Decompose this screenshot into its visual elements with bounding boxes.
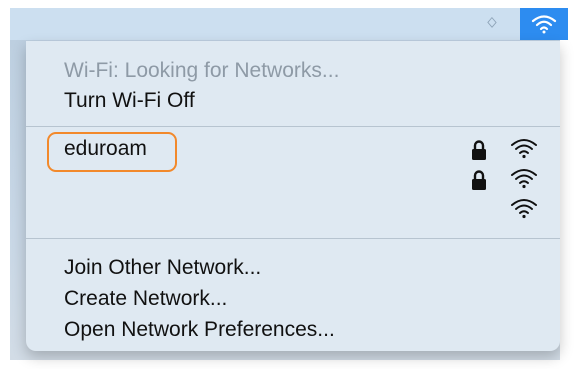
lock-icon bbox=[472, 170, 486, 190]
menu-separator bbox=[26, 238, 560, 239]
bluetooth-icon[interactable]: ᛜ bbox=[478, 10, 506, 38]
wifi-status-text: Wi-Fi: Looking for Networks... bbox=[64, 59, 340, 82]
wifi-menu: Wi-Fi: Looking for Networks... Turn Wi-F… bbox=[26, 41, 560, 351]
wifi-signal-icon bbox=[511, 139, 537, 159]
open-network-preferences-item[interactable]: Open Network Preferences... bbox=[64, 318, 335, 342]
turn-wifi-off-item[interactable]: Turn Wi-Fi Off bbox=[64, 89, 195, 113]
menu-bar: ᛜ bbox=[10, 8, 568, 40]
network-row[interactable] bbox=[26, 195, 560, 223]
join-other-network-item[interactable]: Join Other Network... bbox=[64, 256, 261, 280]
wifi-status-icon[interactable] bbox=[520, 8, 568, 40]
wifi-signal-icon bbox=[511, 199, 537, 219]
wifi-signal-icon bbox=[511, 169, 537, 189]
eduroam-highlight bbox=[47, 132, 177, 172]
menu-separator bbox=[26, 126, 560, 127]
lock-icon bbox=[472, 140, 486, 160]
create-network-item[interactable]: Create Network... bbox=[64, 287, 227, 311]
